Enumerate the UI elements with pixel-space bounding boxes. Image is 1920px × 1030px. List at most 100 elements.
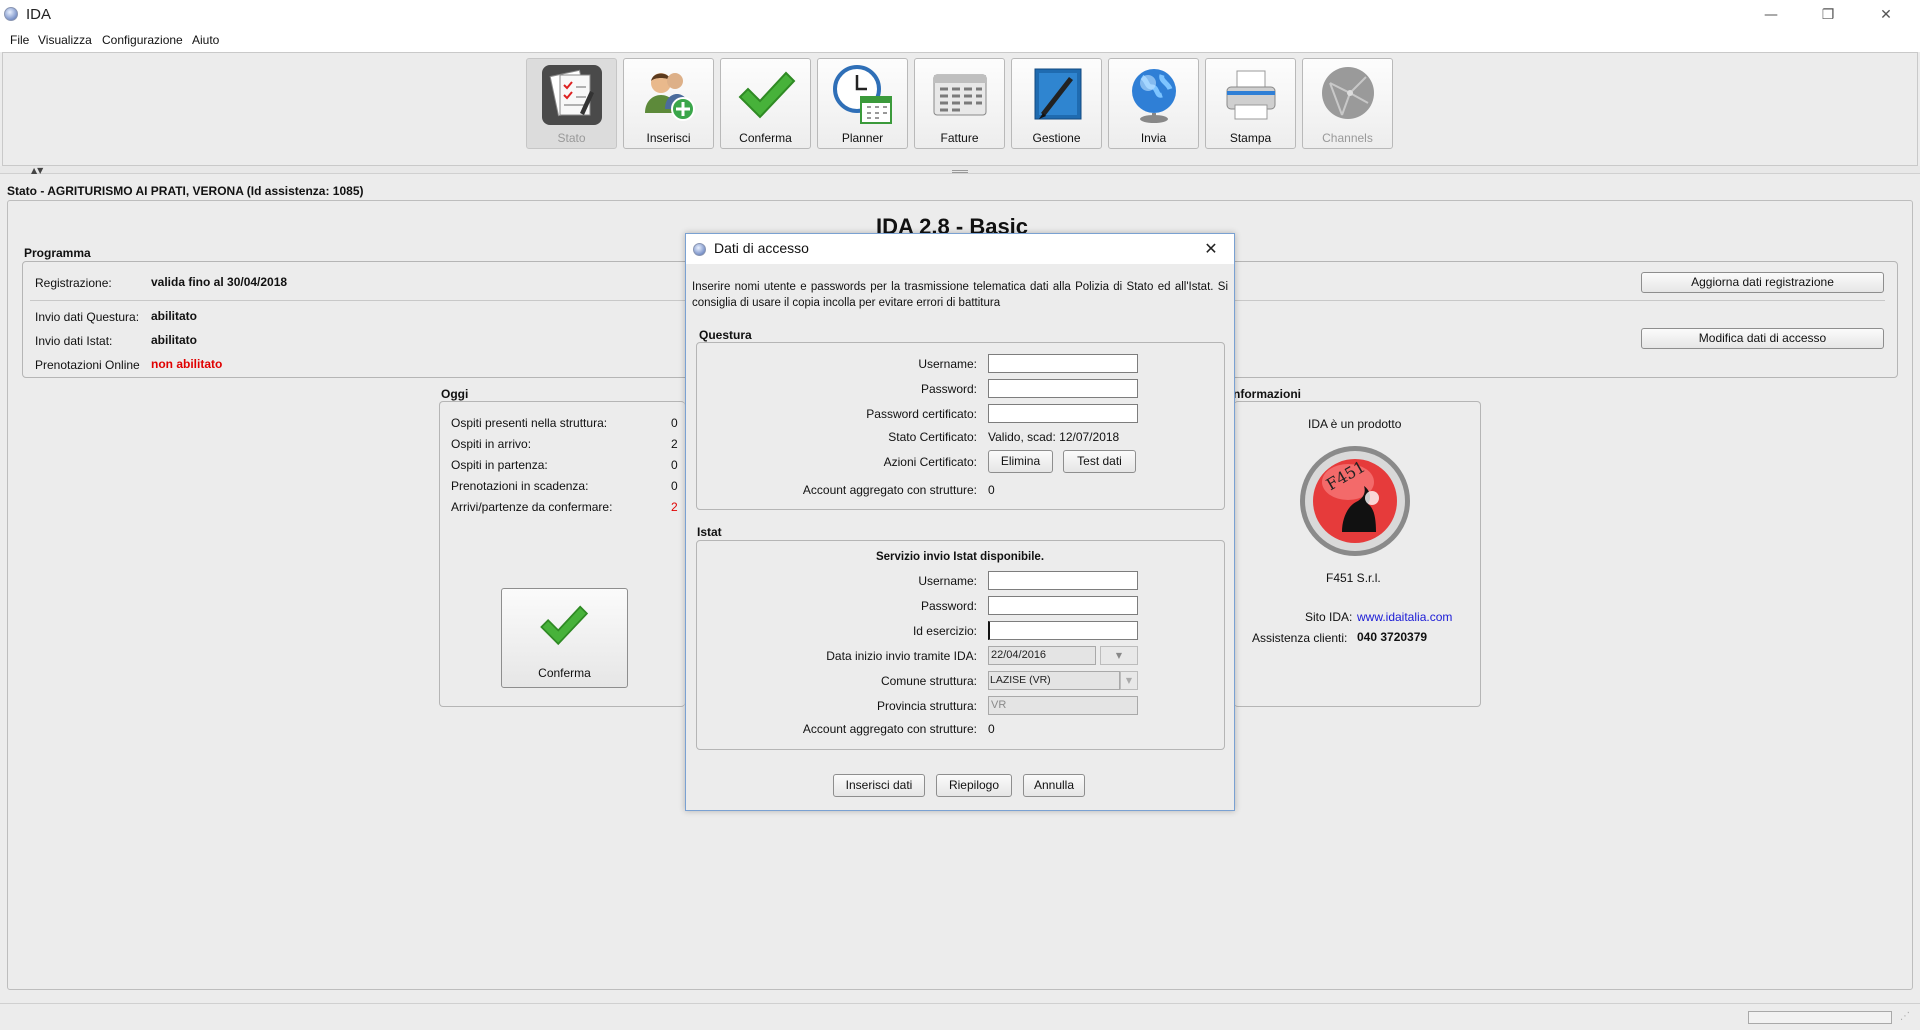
questura-username-label: Username: bbox=[918, 357, 977, 371]
summary-button[interactable]: Riepilogo bbox=[936, 774, 1012, 797]
support-phone: 040 3720379 bbox=[1357, 630, 1428, 644]
restore-button[interactable]: ❐ bbox=[1805, 0, 1851, 30]
divider bbox=[30, 300, 685, 301]
istat-aggregate-label: Account aggregato con strutture: bbox=[802, 722, 977, 736]
cert-password-input[interactable] bbox=[988, 404, 1138, 423]
istat-exercise-input[interactable] bbox=[988, 621, 1138, 640]
menu-configurazione[interactable]: Configurazione bbox=[102, 33, 183, 47]
dialog-close-button[interactable]: ✕ bbox=[1194, 237, 1228, 261]
questura-aggregate-value: 0 bbox=[988, 483, 995, 497]
planner-icon bbox=[832, 65, 892, 124]
date-picker-dropdown-icon[interactable]: ▼ bbox=[1100, 646, 1138, 665]
invio-istat-label: Invio dati Istat: bbox=[35, 334, 113, 348]
add-user-icon bbox=[644, 73, 695, 121]
status-icon bbox=[541, 65, 602, 125]
istat-username-input[interactable] bbox=[988, 571, 1138, 590]
product-line: IDA è un prodotto bbox=[1308, 417, 1402, 431]
prenotazioni-online-value: non abilitato bbox=[151, 357, 223, 371]
f451-logo: F451 bbox=[1300, 446, 1410, 556]
menu-visualizza[interactable]: Visualizza bbox=[38, 33, 92, 47]
oggi-row-value: 0 bbox=[671, 479, 678, 493]
provincia-field: VR bbox=[988, 696, 1138, 715]
toolbar-fatture-label: Fatture bbox=[940, 131, 979, 145]
questura-password-input[interactable] bbox=[988, 379, 1138, 398]
istat-title: Istat bbox=[697, 525, 722, 539]
cert-state-value: Valido, scad: 12/07/2018 bbox=[988, 430, 1120, 444]
globe-icon bbox=[1131, 69, 1176, 123]
oggi-row-label: Ospiti presenti nella struttura: bbox=[451, 416, 608, 430]
oggi-row-value: 2 bbox=[671, 437, 678, 451]
access-data-dialog: Dati di accesso ✕ Inserire nomi utente e… bbox=[685, 233, 1235, 811]
cert-state-label: Stato Certificato: bbox=[888, 430, 977, 444]
checkmark-icon bbox=[738, 71, 795, 119]
close-window-button[interactable]: ✕ bbox=[1863, 0, 1909, 30]
support-label: Assistenza clienti: bbox=[1252, 631, 1348, 645]
dialog-title: Dati di accesso bbox=[714, 240, 809, 256]
splitter-arrows[interactable]: ▲▼ bbox=[31, 166, 43, 175]
oggi-conferma-button[interactable]: Conferma bbox=[501, 588, 628, 688]
toolbar-channels-label: Channels bbox=[1322, 131, 1373, 145]
splitter-grip-icon[interactable] bbox=[952, 170, 968, 173]
toolbar-stato-button[interactable]: Stato bbox=[526, 58, 617, 149]
menu-file[interactable]: File bbox=[10, 33, 29, 47]
menu-aiuto[interactable]: Aiuto bbox=[192, 33, 219, 47]
toolbar-invia-button[interactable]: Invia bbox=[1108, 58, 1199, 149]
toolbar-stampa-button[interactable]: Stampa bbox=[1205, 58, 1296, 149]
oggi-conferma-label: Conferma bbox=[538, 666, 591, 680]
start-date-label: Data inizio invio tramite IDA: bbox=[826, 649, 977, 663]
oggi-row-value: 0 bbox=[671, 416, 678, 430]
toolbar-channels-button[interactable]: Channels bbox=[1302, 58, 1393, 149]
toolbar-planner-button[interactable]: Planner bbox=[817, 58, 908, 149]
istat-service-text: Servizio invio Istat disponibile. bbox=[875, 551, 1045, 563]
istat-aggregate-value: 0 bbox=[988, 722, 995, 736]
status-bar: ⋰ bbox=[0, 1003, 1920, 1030]
prenotazioni-online-label: Prenotazioni Online bbox=[35, 358, 140, 372]
aggiorna-registrazione-button[interactable]: Aggiorna dati registrazione bbox=[1641, 272, 1884, 293]
comune-label: Comune struttura: bbox=[880, 674, 977, 688]
questura-title: Questura bbox=[699, 328, 752, 342]
provincia-label: Provincia struttura: bbox=[876, 699, 977, 713]
start-date-field[interactable]: 22/04/2016 bbox=[988, 646, 1096, 665]
toolbar-conferma-label: Conferma bbox=[739, 131, 792, 145]
registrazione-value: valida fino al 30/04/2018 bbox=[151, 275, 288, 289]
toolbar-conferma-button[interactable]: Conferma bbox=[720, 58, 811, 149]
cert-test-button[interactable]: Test dati bbox=[1063, 450, 1136, 473]
comune-dropdown-icon[interactable]: ▼ bbox=[1120, 671, 1138, 690]
oggi-row-label: Ospiti in arrivo: bbox=[451, 437, 532, 451]
cert-delete-button[interactable]: Elimina bbox=[988, 450, 1053, 473]
cert-password-label: Password certificato: bbox=[866, 407, 977, 421]
istat-exercise-label: Id esercizio: bbox=[912, 624, 977, 638]
comune-select[interactable]: LAZISE (VR) bbox=[988, 671, 1120, 690]
resize-grip-icon[interactable]: ⋰ bbox=[1900, 1011, 1914, 1025]
toolbar-inserisci-button[interactable]: Inserisci bbox=[623, 58, 714, 149]
programma-title: Programma bbox=[24, 246, 91, 260]
menu-bar: File Visualizza Configurazione Aiuto bbox=[0, 30, 1920, 52]
management-icon bbox=[1034, 68, 1081, 120]
toolbar-gestione-button[interactable]: Gestione bbox=[1011, 58, 1102, 149]
window-title: IDA bbox=[26, 6, 52, 23]
oggi-row-value: 0 bbox=[671, 458, 678, 472]
insert-data-button[interactable]: Inserisci dati bbox=[833, 774, 925, 797]
questura-username-input[interactable] bbox=[988, 354, 1138, 373]
istat-password-input[interactable] bbox=[988, 596, 1138, 615]
questura-password-label: Password: bbox=[920, 382, 977, 396]
toolbar-fatture-button[interactable]: Fatture bbox=[914, 58, 1005, 149]
istat-box bbox=[696, 540, 1225, 750]
company-name: F451 S.r.l. bbox=[1326, 571, 1381, 585]
printer-icon bbox=[1226, 70, 1275, 120]
invio-questura-label: Invio dati Questura: bbox=[35, 310, 140, 324]
progress-bar bbox=[1748, 1011, 1892, 1024]
status-title: Stato - AGRITURISMO AI PRATI, VERONA (Id… bbox=[7, 184, 364, 198]
oggi-row-value: 2 bbox=[671, 500, 678, 514]
cancel-button[interactable]: Annulla bbox=[1023, 774, 1085, 797]
oggi-row-label: Ospiti in partenza: bbox=[451, 458, 548, 472]
divider bbox=[1235, 300, 1885, 301]
site-link[interactable]: www.idaitalia.com bbox=[1357, 610, 1452, 624]
istat-password-label: Password: bbox=[920, 599, 977, 613]
invio-questura-value: abilitato bbox=[151, 309, 198, 323]
oggi-title: Oggi bbox=[441, 387, 469, 401]
minimize-button[interactable]: — bbox=[1748, 0, 1794, 30]
invio-istat-value: abilitato bbox=[151, 333, 198, 347]
modifica-accesso-button[interactable]: Modifica dati di accesso bbox=[1641, 328, 1884, 349]
invoice-icon bbox=[933, 74, 986, 116]
